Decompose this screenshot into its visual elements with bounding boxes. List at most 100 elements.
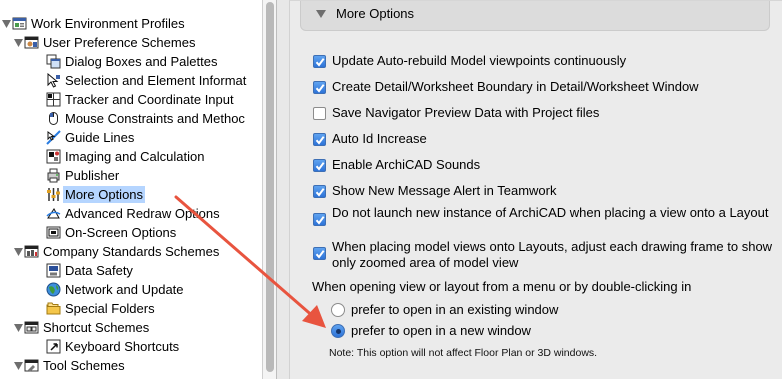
option-label: When placing model views onto Layouts, a…	[332, 239, 773, 270]
tree-item-user-preference-schemes[interactable]: User Preference Schemes	[0, 33, 262, 52]
disclosure-triangle-icon[interactable]	[12, 242, 24, 261]
tree-item-label: Special Folders	[65, 301, 155, 316]
checkbox[interactable]	[313, 55, 326, 68]
checkbox[interactable]	[313, 185, 326, 198]
tree-item-mouse-constraints[interactable]: Mouse Constraints and Methoc	[0, 109, 262, 128]
tree-item-label: Data Safety	[65, 263, 133, 278]
checkbox[interactable]	[313, 133, 326, 146]
tree-item-shortcut-schemes[interactable]: Shortcut Schemes	[0, 318, 262, 337]
tree-item-label: Advanced Redraw Options	[65, 206, 220, 221]
tree-item-on-screen-options[interactable]: On-Screen Options	[0, 223, 262, 242]
more-options-group: More Options Update Auto-rebuild Model v…	[289, 0, 782, 379]
company-scheme-icon	[24, 244, 39, 259]
checkbox[interactable]	[313, 159, 326, 172]
option-label: Create Detail/Worksheet Boundary in Deta…	[332, 79, 699, 94]
disclosure-triangle-icon[interactable]	[0, 14, 12, 33]
tree-item-label: Tracker and Coordinate Input	[65, 92, 234, 107]
more-options-icon	[46, 187, 61, 202]
disclosure-triangle-icon[interactable]	[12, 356, 24, 375]
tree-item-tool-schemes[interactable]: Tool Schemes	[0, 356, 262, 375]
radio-open-existing-window[interactable]: prefer to open in an existing window	[331, 302, 558, 318]
tracker-icon	[46, 92, 61, 107]
tree-item-special-folders[interactable]: Special Folders	[0, 299, 262, 318]
tree-item-advanced-redraw-options[interactable]: Advanced Redraw Options	[0, 204, 262, 223]
network-icon	[46, 282, 61, 297]
tree-item-label: Imaging and Calculation	[65, 149, 205, 164]
radio-label: prefer to open in an existing window	[351, 302, 559, 317]
tree-item-more-options[interactable]: More Options	[0, 185, 262, 204]
option-show-message-alert[interactable]: Show New Message Alert in Teamwork	[313, 183, 773, 199]
checkbox[interactable]	[313, 247, 326, 260]
option-update-auto-rebuild[interactable]: Update Auto-rebuild Model viewpoints con…	[313, 53, 773, 69]
tree-item-label: Dialog Boxes and Palettes	[65, 54, 218, 69]
preferences-tree: Work Environment Profiles User Preferenc…	[0, 0, 262, 379]
tree-item-label: Selection and Element Informat	[65, 73, 247, 88]
tree-item-label: Publisher	[65, 168, 120, 183]
imaging-icon	[46, 149, 61, 164]
guide-lines-icon	[46, 130, 61, 145]
tree-item-label: Company Standards Schemes	[43, 244, 220, 259]
option-enable-sounds[interactable]: Enable ArchiCAD Sounds	[313, 157, 773, 173]
checkbox[interactable]	[313, 213, 326, 226]
tree-item-label: Mouse Constraints and Methoc	[65, 111, 245, 126]
section-title: More Options	[336, 6, 415, 21]
tree-item-data-safety[interactable]: Data Safety	[0, 261, 262, 280]
tree-item-keyboard-shortcuts[interactable]: Keyboard Shortcuts	[0, 337, 262, 356]
tree-item-imaging-and-calculation[interactable]: Imaging and Calculation	[0, 147, 262, 166]
open-behavior-prompt: When opening view or layout from a menu …	[312, 279, 772, 295]
tree-item-label: Network and Update	[65, 282, 184, 297]
collapse-triangle-icon[interactable]	[315, 8, 327, 20]
tree-item-tracker-and-coordinate-input[interactable]: Tracker and Coordinate Input	[0, 90, 262, 109]
disclosure-triangle-icon[interactable]	[12, 318, 24, 337]
option-label: Update Auto-rebuild Model viewpoints con…	[332, 53, 627, 68]
redraw-icon	[46, 206, 61, 221]
checkbox[interactable]	[313, 81, 326, 94]
publisher-icon	[46, 168, 61, 183]
profiles-icon	[12, 16, 27, 31]
dialog-boxes-icon	[46, 54, 61, 69]
tree-item-dialog-boxes-and-palettes[interactable]: Dialog Boxes and Palettes	[0, 52, 262, 71]
note-text: Note: This option will not affect Floor …	[329, 347, 598, 359]
tree-scrollbar[interactable]	[262, 0, 277, 379]
option-label: Auto Id Increase	[332, 131, 427, 146]
tree-scrollbar-thumb[interactable]	[266, 2, 274, 372]
user-scheme-icon	[24, 35, 39, 50]
tree-item-label: Tool Schemes	[43, 358, 125, 373]
radio-button[interactable]	[331, 324, 345, 338]
radio-label: prefer to open in a new window	[351, 323, 531, 338]
tree-item-label: More Options	[63, 186, 146, 203]
tool-scheme-icon	[24, 358, 39, 373]
option-save-navigator-preview[interactable]: Save Navigator Preview Data with Project…	[313, 105, 773, 121]
pane-splitter[interactable]	[277, 0, 289, 379]
data-safety-icon	[46, 263, 61, 278]
tree-item-label: Guide Lines	[65, 130, 135, 145]
radio-button[interactable]	[331, 303, 345, 317]
on-screen-icon	[46, 225, 61, 240]
keyboard-icon	[46, 339, 61, 354]
radio-open-new-window[interactable]: prefer to open in a new window	[331, 323, 531, 339]
option-label: Save Navigator Preview Data with Project…	[332, 105, 600, 120]
disclosure-triangle-icon[interactable]	[12, 33, 24, 52]
tree-item-selection-and-element-information[interactable]: Selection and Element Informat	[0, 71, 262, 90]
mouse-icon	[46, 111, 61, 126]
tree-item-publisher[interactable]: Publisher	[0, 166, 262, 185]
option-create-detail-worksheet-boundary[interactable]: Create Detail/Worksheet Boundary in Deta…	[313, 79, 773, 95]
open-behavior-label: When opening view or layout from a menu …	[312, 279, 692, 294]
option-label: Do not launch new instance of ArchiCAD w…	[332, 205, 769, 220]
folders-icon	[46, 301, 61, 316]
tree-item-label: User Preference Schemes	[43, 35, 196, 50]
selection-icon	[46, 73, 61, 88]
option-do-not-launch-new-instance[interactable]: Do not launch new instance of ArchiCAD w…	[313, 205, 773, 226]
more-options-header[interactable]: More Options	[300, 1, 770, 31]
option-auto-id-increase[interactable]: Auto Id Increase	[313, 131, 773, 147]
tree-item-network-and-update[interactable]: Network and Update	[0, 280, 262, 299]
option-adjust-drawing-frame[interactable]: When placing model views onto Layouts, a…	[313, 239, 773, 271]
shortcut-scheme-icon	[24, 320, 39, 335]
tree-item-guide-lines[interactable]: Guide Lines	[0, 128, 262, 147]
option-label: Show New Message Alert in Teamwork	[332, 183, 557, 198]
tree-item-work-environment-profiles[interactable]: Work Environment Profiles	[0, 14, 262, 33]
tree-item-label: Keyboard Shortcuts	[65, 339, 180, 354]
option-label: Enable ArchiCAD Sounds	[332, 157, 481, 172]
checkbox[interactable]	[313, 107, 326, 120]
tree-item-company-standards-schemes[interactable]: Company Standards Schemes	[0, 242, 262, 261]
